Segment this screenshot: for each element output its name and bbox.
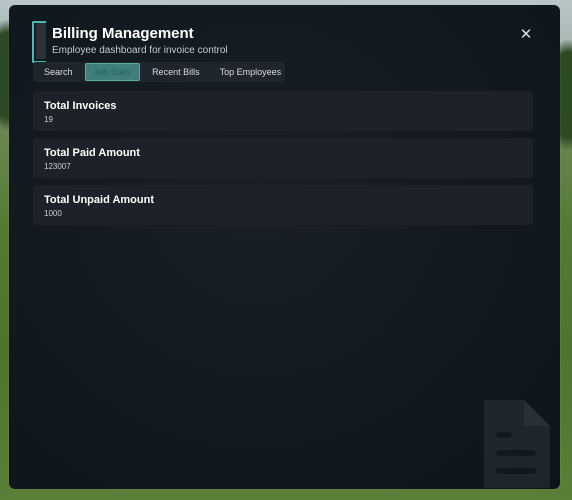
tab-top-employees[interactable]: Top Employees (212, 64, 290, 80)
stat-label: Total Paid Amount (44, 147, 140, 159)
tab-job-stats[interactable]: Job Stats (84, 63, 141, 81)
stat-card-total-invoices: Total Invoices 19 (33, 91, 533, 131)
close-button[interactable]: ✕ (516, 25, 536, 45)
page-title: Billing Management (52, 25, 194, 42)
close-icon: ✕ (519, 26, 533, 43)
tab-bar: Search Job Stats Recent Bills Top Employ… (33, 62, 285, 82)
tab-recent-bills[interactable]: Recent Bills (144, 64, 208, 80)
document-icon (484, 400, 550, 488)
stat-value: 123007 (44, 162, 71, 171)
stat-value: 1000 (44, 209, 62, 218)
header-accent-bracket (32, 21, 46, 63)
stat-card-total-paid: Total Paid Amount 123007 (33, 138, 533, 178)
stat-label: Total Unpaid Amount (44, 194, 154, 206)
page-subtitle: Employee dashboard for invoice control (52, 45, 228, 56)
stat-label: Total Invoices (44, 100, 117, 112)
stat-card-total-unpaid: Total Unpaid Amount 1000 (33, 185, 533, 225)
tab-search[interactable]: Search (36, 64, 81, 80)
stat-value: 19 (44, 115, 53, 124)
